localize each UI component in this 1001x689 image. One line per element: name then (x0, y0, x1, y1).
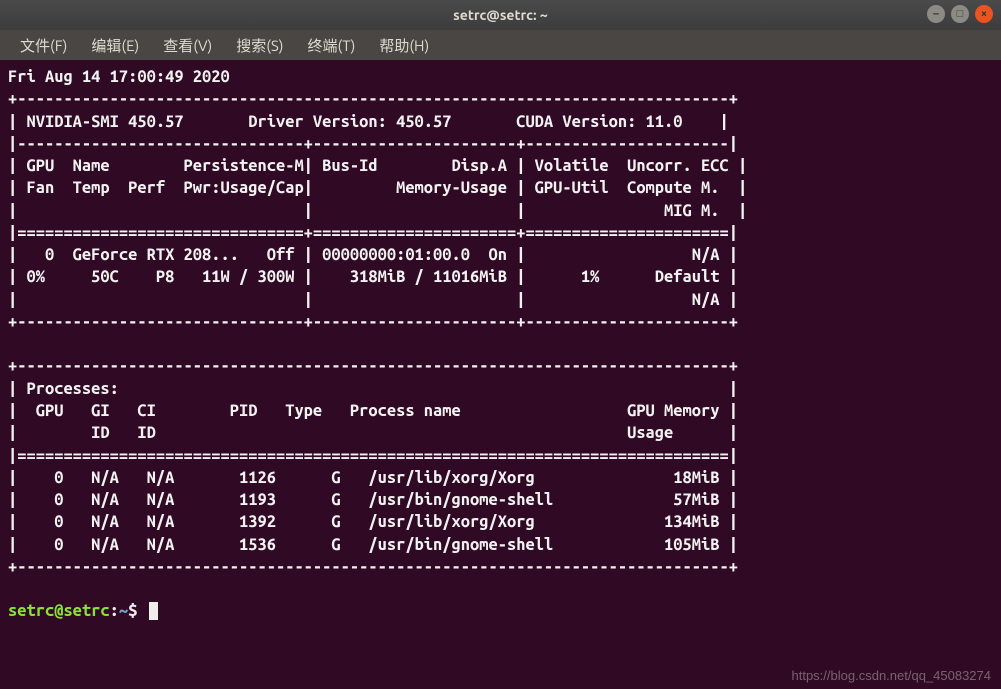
menubar: 文件(F) 编辑(E) 查看(V) 搜索(S) 终端(T) 帮助(H) (0, 30, 1001, 60)
menu-help[interactable]: 帮助(H) (369, 31, 439, 60)
cursor (149, 602, 158, 620)
watermark: https://blog.csdn.net/qq_45083274 (792, 668, 992, 683)
terminal-output[interactable]: Fri Aug 14 17:00:49 2020 +--------------… (0, 60, 1001, 629)
menu-search[interactable]: 搜索(S) (226, 31, 293, 60)
window-title: setrc@setrc: ~ (453, 7, 548, 23)
maximize-button[interactable]: □ (951, 5, 969, 23)
prompt-dollar: $ (128, 602, 137, 620)
close-button[interactable]: × (975, 5, 993, 23)
minimize-button[interactable]: – (927, 5, 945, 23)
timestamp-line: Fri Aug 14 17:00:49 2020 (8, 68, 230, 86)
prompt-path: ~ (119, 602, 128, 620)
menu-terminal[interactable]: 终端(T) (298, 31, 366, 60)
menu-view[interactable]: 查看(V) (153, 31, 222, 60)
prompt-colon: : (110, 602, 119, 620)
window-controls: – □ × (927, 5, 993, 23)
smi-table: +---------------------------------------… (8, 90, 747, 576)
prompt-user-host: setrc@setrc (8, 602, 110, 620)
menu-file[interactable]: 文件(F) (10, 31, 77, 60)
window-titlebar: setrc@setrc: ~ – □ × (0, 0, 1001, 30)
menu-edit[interactable]: 编辑(E) (81, 31, 149, 60)
